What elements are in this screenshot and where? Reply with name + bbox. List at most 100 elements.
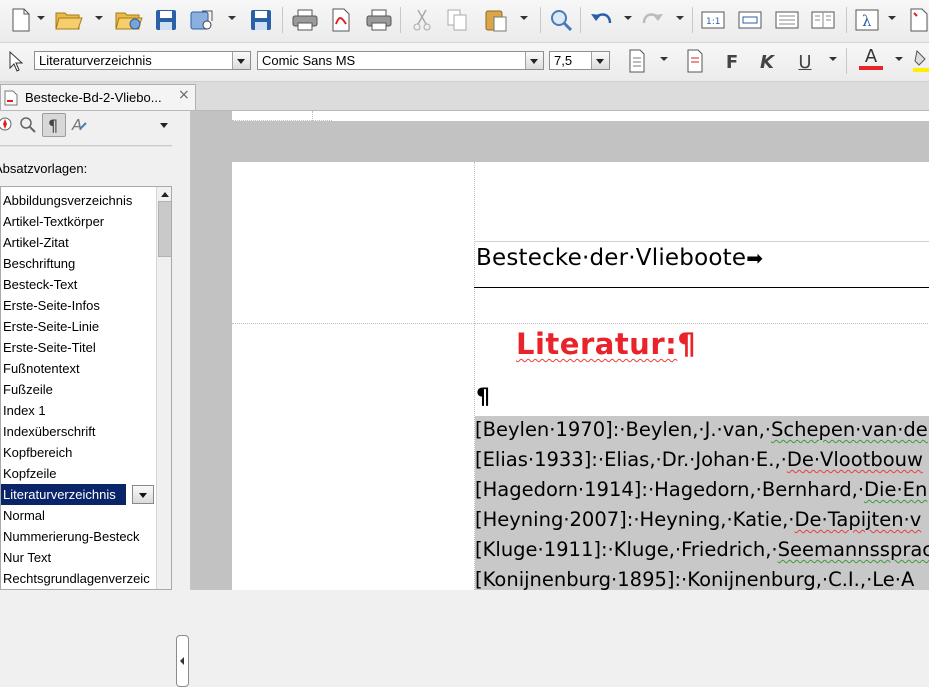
reference-title: Die·En (864, 478, 928, 501)
font-color-dropdown-arrow[interactable] (895, 57, 903, 61)
document-canvas[interactable]: Bestecke·der·Vlieboote➡ Literatur:¶ ¶ [B… (191, 111, 929, 590)
redo-icon[interactable] (638, 5, 668, 35)
style-list-item[interactable]: Index 1 (1, 400, 155, 421)
bold-button[interactable]: F (719, 50, 745, 74)
print-preview-icon[interactable] (364, 5, 394, 35)
find-replace-icon[interactable] (546, 5, 576, 35)
sidebar-divider (0, 145, 172, 147)
paste-dropdown-arrow[interactable] (520, 16, 528, 20)
navigator-icon[interactable] (0, 116, 14, 137)
lambda-formula-icon[interactable]: λ (852, 5, 882, 35)
sidebar-menu-arrow[interactable] (160, 123, 168, 128)
formula-dropdown-arrow[interactable] (888, 16, 896, 20)
print-icon[interactable] (290, 5, 320, 35)
page-icon[interactable] (772, 5, 802, 35)
scroll-thumb[interactable] (158, 201, 171, 257)
standard-toolbar: 1:1 λ (0, 0, 929, 43)
reference-entry[interactable]: [Hagedorn·1914]:·Hagedorn,·Bernhard,·Die… (475, 476, 927, 504)
font-color-swatch (859, 66, 883, 70)
sidebar-collapse-handle[interactable] (176, 635, 189, 687)
search-icon[interactable] (20, 116, 36, 137)
font-size-combo[interactable]: 7,5 (549, 51, 610, 70)
font-size-dropdown-arrow[interactable] (591, 52, 609, 69)
style-list-item[interactable]: Erste-Seite-Titel (1, 337, 155, 358)
separator (846, 48, 847, 74)
reference-entry[interactable]: [Kluge·1911]:·Kluge,·Friedrich,·Seemanns… (475, 536, 929, 564)
italic-button[interactable]: K (754, 50, 780, 74)
reference-entry[interactable]: [Beylen·1970]:·Beylen,·J.·van,·Schepen·v… (475, 416, 928, 444)
font-name-combo[interactable]: Comic Sans MS (257, 51, 544, 70)
style-list-item[interactable]: Fußnotentext (1, 358, 155, 379)
paragraph-styles-list[interactable]: Abbildungsverzeichnis Artikel-Textkörper A… (0, 186, 172, 590)
reference-entry[interactable]: [Konijnenburg·1895]:·Konijnenburg,·C.I.,… (475, 566, 914, 590)
style-list-item[interactable]: Nur Text (1, 547, 155, 568)
new-document-icon[interactable] (6, 5, 36, 35)
document-tab[interactable]: Bestecke-Bd-2-Vliebo... × (0, 84, 196, 110)
pilcrow-mark: ¶ (677, 327, 697, 361)
style-list-item[interactable]: Abbildungsverzeichnis (1, 190, 155, 211)
cut-icon[interactable] (407, 5, 437, 35)
columns-icon[interactable] (808, 5, 838, 35)
margin-guide (312, 111, 313, 121)
paragraph-style-combo[interactable]: Literaturverzeichnis (34, 51, 251, 70)
export-pdf-icon[interactable] (326, 5, 356, 35)
reference-entry[interactable]: [Elias·1933]:·Elias,·Dr.·Johan·E.,·De·Vl… (475, 446, 923, 474)
underline-button[interactable]: U (792, 50, 818, 74)
style-list-item[interactable]: Kopfbereich (1, 442, 155, 463)
character-format-icon[interactable] (680, 46, 710, 76)
page-header-text[interactable]: Bestecke·der·Vlieboote➡ (476, 245, 763, 271)
open-folder-icon[interactable] (54, 5, 84, 35)
close-tab-icon[interactable]: × (178, 87, 190, 103)
save-remote-icon[interactable] (187, 5, 217, 35)
font-name-value: Comic Sans MS (262, 53, 356, 68)
literature-heading[interactable]: Literatur:¶ (516, 327, 696, 361)
copy-icon[interactable] (443, 5, 473, 35)
style-list-item[interactable]: Literaturverzeichnis (1, 484, 126, 505)
underline-dropdown-arrow[interactable] (829, 57, 837, 61)
style-item-menu-arrow[interactable] (132, 485, 154, 504)
literature-heading-text: Literatur: (516, 327, 678, 361)
style-list-item[interactable]: Nummerierung-Besteck (1, 526, 155, 547)
reference-key: [Heyning·2007]:· (475, 508, 640, 531)
reference-entry[interactable]: [Heyning·2007]:·Heyning,·Katie,·De·Tapij… (475, 506, 921, 534)
highlight-icon[interactable] (912, 46, 929, 76)
style-list-item[interactable]: Fußzeile (1, 379, 155, 400)
style-list-item[interactable]: Rechtsgrundlagenverzeic (1, 568, 155, 589)
font-color-button[interactable]: A (858, 47, 884, 71)
extension-icon[interactable] (904, 5, 929, 35)
style-list-item[interactable]: Erste-Seite-Infos (1, 295, 155, 316)
references-block[interactable]: [Beylen·1970]:·Beylen,·J.·van,·Schepen·v… (475, 416, 929, 590)
style-list-item[interactable]: Indexüberschrift (1, 421, 155, 442)
scroll-up-arrow[interactable] (158, 188, 171, 202)
text-box-icon[interactable] (735, 5, 765, 35)
style-list-item[interactable]: Artikel-Zitat (1, 232, 155, 253)
redo-dropdown-arrow[interactable] (676, 16, 684, 20)
undo-dropdown-arrow[interactable] (624, 16, 632, 20)
select-pointer-icon[interactable] (0, 46, 30, 76)
formatting-toolbar: Literaturverzeichnis Comic Sans MS 7,5 F… (0, 43, 929, 82)
paste-icon[interactable] (481, 5, 511, 35)
open-dropdown-arrow[interactable] (95, 16, 103, 20)
paragraph-format-icon[interactable] (622, 46, 652, 76)
style-list-item[interactable]: Kopfzeile (1, 463, 155, 484)
font-name-dropdown-arrow[interactable] (525, 52, 543, 69)
save-icon[interactable] (151, 5, 181, 35)
character-styles-icon[interactable]: A (70, 115, 90, 138)
save-as-icon[interactable] (246, 5, 276, 35)
margin-guide (232, 120, 332, 121)
recent-folder-icon[interactable] (114, 5, 144, 35)
style-list-item[interactable]: Beschriftung (1, 253, 155, 274)
document-page[interactable]: Bestecke·der·Vlieboote➡ Literatur:¶ ¶ [B… (232, 111, 929, 590)
paragraph-style-dropdown-arrow[interactable] (232, 52, 250, 69)
style-list-item[interactable]: Besteck-Text (1, 274, 155, 295)
undo-icon[interactable] (586, 5, 616, 35)
paragraph-format-dropdown-arrow[interactable] (660, 57, 668, 61)
field-icon[interactable]: 1:1 (698, 5, 728, 35)
style-list-item[interactable]: Erste-Seite-Linie (1, 316, 155, 337)
styles-list-scrollbar[interactable] (156, 187, 171, 589)
paragraph-styles-button[interactable]: ¶ (42, 113, 66, 137)
style-list-item[interactable]: Artikel-Textkörper (1, 211, 155, 232)
new-dropdown-arrow[interactable] (37, 16, 45, 20)
save-dropdown-arrow[interactable] (228, 16, 236, 20)
style-list-item[interactable]: Normal (1, 505, 155, 526)
